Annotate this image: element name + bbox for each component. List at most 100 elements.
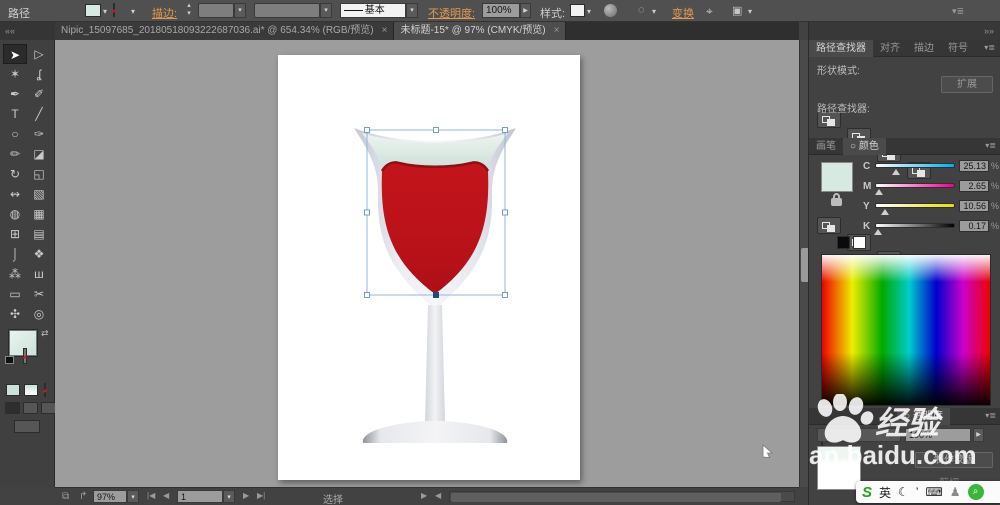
mesh-tool[interactable]: ⊞ bbox=[3, 224, 27, 244]
object-thumbnail[interactable] bbox=[817, 446, 861, 490]
eraser-tool[interactable]: ◪ bbox=[27, 144, 51, 164]
transparency-opacity-arrow[interactable]: ▶ bbox=[973, 428, 984, 442]
magic-wand-tool[interactable]: ✶ bbox=[3, 64, 27, 84]
screen-mode-button[interactable] bbox=[14, 420, 40, 433]
draw-inside-icon[interactable] bbox=[41, 402, 56, 414]
keyboard-icon[interactable]: ⌨ bbox=[925, 485, 942, 499]
zoom-tool[interactable]: ◎ bbox=[27, 304, 51, 324]
channel-m-value[interactable]: 2.65 bbox=[959, 180, 989, 192]
channel-m-slider[interactable] bbox=[875, 183, 955, 188]
ime-settings-icon[interactable]: ⌕ bbox=[968, 484, 984, 500]
slice-tool[interactable]: ✂ bbox=[27, 284, 51, 304]
person-icon[interactable]: ♟ bbox=[950, 485, 961, 499]
channel-k-value[interactable]: 0.17 bbox=[959, 220, 989, 232]
current-color-swatch[interactable] bbox=[821, 162, 853, 192]
lock-icon[interactable] bbox=[831, 198, 842, 206]
color-mode-icon[interactable] bbox=[6, 384, 20, 396]
tab-stroke[interactable]: 描边 bbox=[907, 40, 941, 57]
horizontal-scrollbar[interactable] bbox=[449, 491, 795, 502]
free-transform-tool[interactable]: ▧ bbox=[27, 184, 51, 204]
first-page-icon[interactable]: |◀ bbox=[147, 491, 155, 500]
brush-definition-dropdown[interactable]: —— 基本 bbox=[340, 3, 406, 18]
rotate-tool[interactable]: ↻ bbox=[3, 164, 27, 184]
perspective-grid-tool[interactable]: ▦ bbox=[27, 204, 51, 224]
type-tool[interactable]: T bbox=[3, 104, 27, 124]
artboard-number-field[interactable]: 1 bbox=[177, 490, 223, 503]
stroke-link[interactable]: 描边: bbox=[152, 5, 177, 21]
slider-thumb[interactable] bbox=[892, 169, 900, 175]
arrange-dropdown-icon[interactable]: ▾ bbox=[748, 7, 752, 16]
panel-menu-icon[interactable]: ▾≣ bbox=[984, 40, 1000, 52]
line-segment-tool[interactable]: ╱ bbox=[27, 104, 51, 124]
panel-menu-icon[interactable]: ▾≣ bbox=[985, 408, 1000, 420]
symbol-sprayer-tool[interactable]: ⁂ bbox=[3, 264, 27, 284]
tools-panel-header[interactable]: «« bbox=[0, 22, 55, 40]
close-tab-icon[interactable]: × bbox=[382, 25, 388, 36]
panel-menu-icon[interactable]: ▾≣ bbox=[985, 138, 1000, 150]
expand-button[interactable]: 扩展 bbox=[941, 76, 993, 93]
transform-link[interactable]: 变换 bbox=[672, 5, 694, 21]
column-graph-tool[interactable]: ш bbox=[27, 264, 51, 284]
last-page-icon[interactable]: ▶| bbox=[257, 491, 265, 500]
transparency-opacity-field[interactable]: 100% bbox=[905, 428, 971, 442]
align-icon[interactable]: ⌖ bbox=[706, 4, 713, 19]
zoom-level-field[interactable]: 97% bbox=[93, 490, 127, 503]
brush-dropdown-arrow[interactable]: ▾ bbox=[406, 3, 418, 18]
make-mask-button[interactable]: 制作蒙版 bbox=[915, 452, 993, 468]
punctuation-toggle[interactable]: ’ bbox=[916, 485, 919, 499]
canvas-area[interactable] bbox=[55, 40, 799, 487]
artboard[interactable] bbox=[278, 55, 580, 480]
gradient-mode-icon[interactable] bbox=[24, 384, 38, 396]
fill-proxy-swatch[interactable] bbox=[9, 330, 37, 356]
sogou-logo-icon[interactable]: S bbox=[862, 484, 872, 501]
channel-c-slider[interactable] bbox=[875, 163, 955, 168]
draw-normal-icon[interactable] bbox=[5, 402, 20, 414]
wine-glass-artwork[interactable] bbox=[278, 55, 580, 480]
lasso-tool[interactable]: ʆ bbox=[27, 64, 51, 84]
divide-icon[interactable] bbox=[817, 217, 841, 234]
none-mode-icon[interactable] bbox=[44, 383, 46, 397]
document-tab-active[interactable]: 未标题-15* @ 97% (CMYK/预览)× bbox=[394, 22, 566, 40]
slider-thumb[interactable] bbox=[881, 209, 889, 215]
stroke-color-swatch[interactable] bbox=[113, 3, 115, 17]
slider-thumb[interactable] bbox=[875, 189, 883, 195]
hand-tool[interactable]: ✣ bbox=[3, 304, 27, 324]
color-spectrum[interactable] bbox=[821, 254, 991, 406]
width-tool[interactable]: ↭ bbox=[3, 184, 27, 204]
collapse-tools-icon[interactable]: «« bbox=[5, 26, 15, 36]
slider-thumb[interactable] bbox=[874, 229, 882, 235]
opacity-mask-icon[interactable]: ◌ bbox=[638, 4, 645, 16]
channel-c-value[interactable]: 25.13 bbox=[959, 160, 989, 172]
arrange-icon[interactable]: ▣ bbox=[732, 4, 742, 17]
control-bar-menu-icon[interactable]: ▾≣ bbox=[952, 6, 964, 17]
eyedropper-tool[interactable]: ⌡ bbox=[3, 244, 27, 264]
hscroll-left-arrow[interactable]: ◀ bbox=[435, 491, 441, 500]
style-swatch[interactable] bbox=[570, 4, 585, 17]
stroke-weight-dropdown[interactable] bbox=[198, 3, 234, 18]
white-swatch[interactable] bbox=[853, 236, 866, 249]
gradient-tool[interactable]: ▤ bbox=[27, 224, 51, 244]
channel-y-slider[interactable] bbox=[875, 203, 955, 208]
pencil-tool[interactable]: ✏ bbox=[3, 144, 27, 164]
hscroll-right-arrow[interactable]: ▶ bbox=[421, 491, 427, 500]
ellipse-tool[interactable]: ○ bbox=[3, 124, 27, 144]
tab-pathfinder[interactable]: 路径查找器 bbox=[809, 40, 873, 57]
next-page-icon[interactable]: ▶ bbox=[243, 491, 249, 500]
opacity-field[interactable]: 100% bbox=[482, 3, 520, 18]
tab-brushes[interactable]: 画笔 bbox=[809, 138, 843, 155]
zoom-dropdown-arrow[interactable]: ▾ bbox=[127, 490, 139, 503]
artboard-dropdown-arrow[interactable]: ▾ bbox=[223, 490, 235, 503]
prev-page-icon[interactable]: ◀ bbox=[163, 491, 169, 500]
black-swatch[interactable] bbox=[837, 236, 850, 249]
blend-mode-dropdown[interactable] bbox=[817, 428, 901, 442]
width-profile-dropdown[interactable] bbox=[254, 3, 320, 18]
opacity-field-arrow[interactable]: ▶ bbox=[520, 3, 531, 18]
moon-icon[interactable]: ☾ bbox=[898, 485, 909, 499]
scale-tool[interactable]: ◱ bbox=[27, 164, 51, 184]
close-tab-icon[interactable]: × bbox=[554, 25, 560, 36]
stroke-weight-stepper[interactable]: ▴▾ bbox=[184, 2, 194, 18]
shape-builder-tool[interactable]: ◍ bbox=[3, 204, 27, 224]
direct-selection-tool[interactable]: ▷ bbox=[27, 44, 51, 64]
paintbrush-tool[interactable]: ✑ bbox=[27, 124, 51, 144]
blend-tool[interactable]: ❖ bbox=[27, 244, 51, 264]
